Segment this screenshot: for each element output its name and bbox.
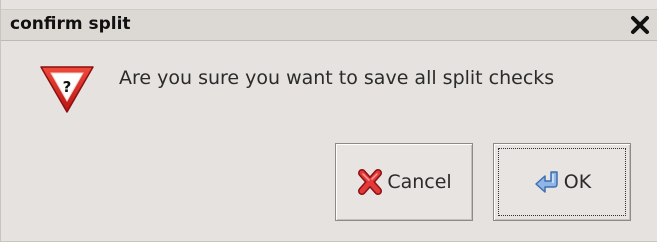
confirm-dialog: confirm split ? Are you sure you want to…	[0, 0, 657, 242]
title-bar: confirm split	[1, 9, 657, 41]
focus-ring	[498, 148, 626, 216]
close-icon[interactable]	[630, 15, 650, 35]
cancel-label: Cancel	[387, 171, 452, 193]
cancel-button[interactable]: Cancel	[335, 143, 473, 221]
warning-question-icon: ?	[37, 63, 97, 115]
confirm-message: Are you sure you want to save all split …	[119, 67, 555, 89]
ok-button[interactable]: OK	[493, 143, 631, 221]
red-x-icon	[356, 168, 384, 196]
svg-text:?: ?	[63, 78, 72, 96]
ok-label: OK	[563, 171, 592, 193]
dialog-title: confirm split	[10, 14, 131, 34]
return-arrow-icon	[533, 168, 561, 196]
